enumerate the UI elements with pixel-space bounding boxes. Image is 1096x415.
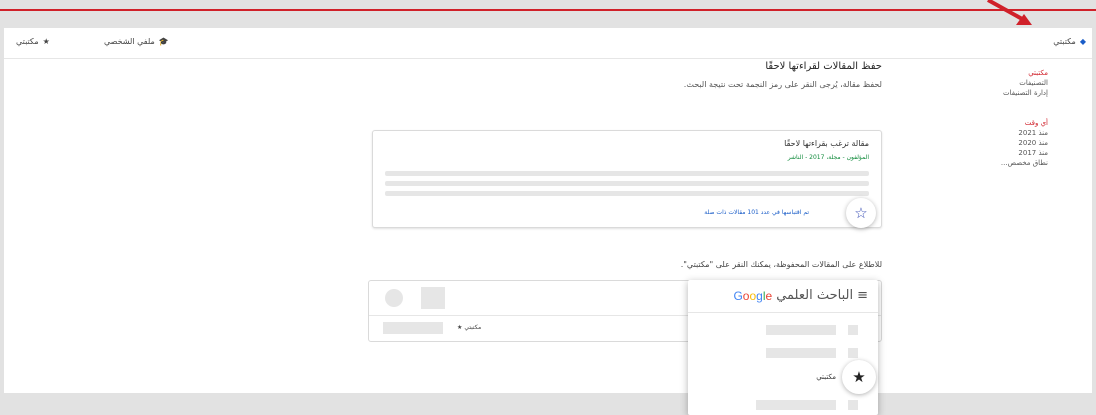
placeholder-box [848, 325, 858, 335]
example-result-card: مقالة ترغب بقراءتها لاحقًا المؤلفون - مج… [372, 130, 882, 228]
popup-title: الباحث العلمي [776, 288, 854, 303]
placeholder-box [848, 348, 858, 358]
graduation-cap-icon: 🎓 [158, 37, 169, 46]
popup-star-button[interactable]: ★ [842, 360, 876, 394]
placeholder-line [385, 181, 869, 186]
my-library-link[interactable]: ◆ مكتبتي [1053, 37, 1086, 46]
google-logo-letter: g [756, 288, 763, 303]
scholar-library-page: ◆ مكتبتي 🎓 ملفي الشخصي ★ مكتبتي مكتبتي ا… [4, 28, 1092, 415]
sidebar-item-any-time[interactable]: أي وقت [978, 118, 1048, 128]
star-icon: ★ [852, 368, 866, 386]
demo-library-link[interactable]: مكتبتي ★ [457, 324, 481, 331]
placeholder-box [766, 348, 836, 358]
sidebar-item-custom-range[interactable]: نطاق مخصص... [978, 158, 1048, 168]
placeholder-box [848, 400, 858, 410]
my-library-top-label: مكتبتي [16, 37, 39, 46]
sidebar-item-my-library[interactable]: مكتبتي [978, 68, 1048, 78]
placeholder-box [766, 325, 836, 335]
placeholder-avatar [385, 289, 403, 307]
demo-library-label: مكتبتي [464, 324, 482, 331]
sidebar-item-labels[interactable]: التصنيفات [978, 78, 1048, 88]
popup-header: ≡ الباحث العلمي Google [688, 280, 878, 313]
google-logo-letter: G [733, 288, 743, 303]
sidebar: مكتبتي التصنيفات إدارة التصنيفات أي وقت … [978, 68, 1048, 188]
result-title[interactable]: مقالة ترغب بقراءتها لاحقًا [784, 139, 869, 148]
placeholder-line [385, 191, 869, 196]
sidebar-item-2021[interactable]: منذ 2021 [978, 128, 1048, 138]
view-instruction: للاطلاع على المقالات المحفوظة، يمكنك الن… [680, 260, 882, 269]
menu-icon[interactable]: ≡ [857, 288, 868, 303]
save-star-button[interactable]: ☆ [846, 198, 876, 228]
google-logo: Google [733, 289, 772, 303]
sidebar-item-manage-labels[interactable]: إدارة التصنيفات [978, 88, 1048, 98]
page-heading: حفظ المقالات لقراءتها لاحقًا [765, 61, 882, 72]
sidebar-item-2017[interactable]: منذ 2017 [978, 148, 1048, 158]
scholar-menu-popup: ≡ الباحث العلمي Google ★ مكتبتي [688, 280, 878, 415]
result-links[interactable]: تم اقتباسها في عدد 101 مقالات ذات صلة [704, 209, 809, 216]
my-library-label: مكتبتي [1053, 37, 1076, 46]
star-outline-icon: ☆ [854, 204, 868, 222]
scholar-cap-icon: ◆ [1079, 37, 1086, 46]
top-bar: ◆ مكتبتي 🎓 ملفي الشخصي ★ مكتبتي [4, 28, 1092, 59]
my-library-top-link[interactable]: ★ مكتبتي [16, 37, 50, 46]
save-instruction: لحفظ مقالة، يُرجى النقر على رمز النجمة ت… [683, 80, 882, 89]
placeholder-box [421, 287, 445, 309]
google-logo-letter: e [765, 288, 773, 303]
placeholder-line [385, 171, 869, 176]
my-profile-label: ملفي الشخصي [104, 37, 155, 46]
my-profile-link[interactable]: 🎓 ملفي الشخصي [104, 37, 169, 46]
placeholder-box [383, 322, 443, 334]
placeholder-box [756, 400, 836, 410]
sidebar-item-2020[interactable]: منذ 2020 [978, 138, 1048, 148]
star-icon: ★ [42, 37, 50, 46]
star-icon: ★ [457, 324, 463, 331]
result-meta: المؤلفون - مجلة، 2017 - الناشر [787, 154, 869, 161]
popup-library-label[interactable]: مكتبتي [816, 373, 836, 381]
